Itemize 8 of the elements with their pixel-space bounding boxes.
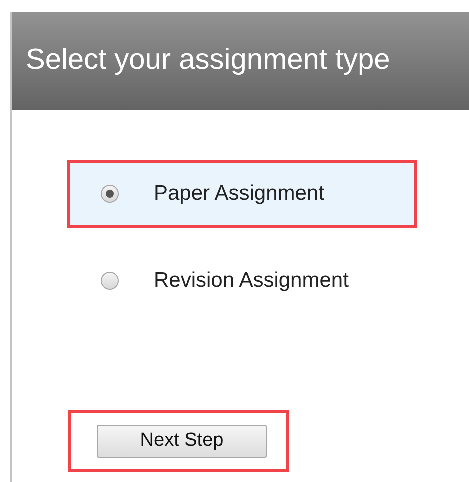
radio-button[interactable] bbox=[101, 272, 119, 290]
next-step-button[interactable]: Next Step bbox=[97, 424, 267, 458]
option-label: Paper Assignment bbox=[154, 181, 324, 208]
page-title: Select your assignment type bbox=[26, 43, 390, 78]
option-row[interactable]: Paper Assignment bbox=[67, 160, 417, 228]
option-row[interactable]: Revision Assignment bbox=[67, 247, 469, 315]
option-label: Revision Assignment bbox=[154, 268, 349, 294]
radio-button[interactable] bbox=[101, 185, 119, 203]
